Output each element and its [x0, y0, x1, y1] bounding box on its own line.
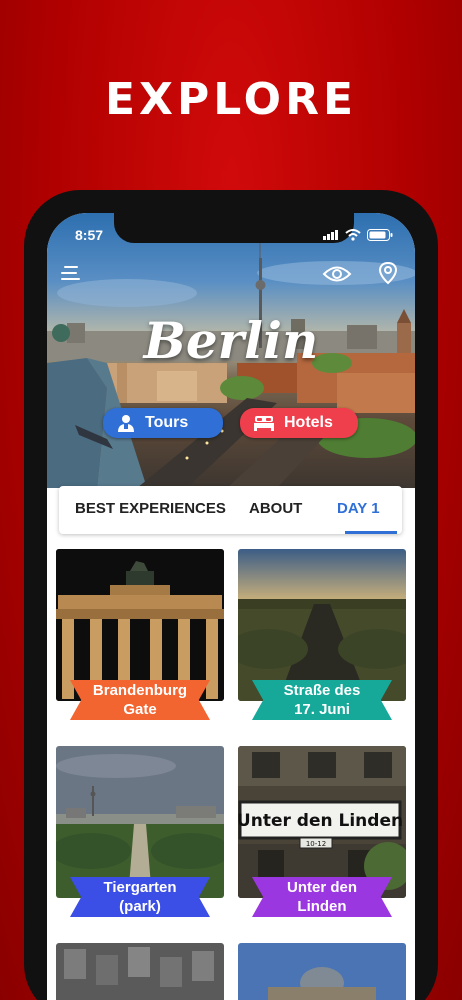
- hero-image: 8:57 Berlin Tours Hotels: [47, 213, 415, 488]
- status-time: 8:57: [75, 227, 104, 243]
- tiergarten-park-image: [56, 746, 224, 898]
- card-reichstag-partial[interactable]: [238, 943, 406, 1000]
- card-title-line: Tiergarten: [103, 879, 177, 896]
- card-title-line: Straße des: [283, 682, 361, 699]
- strasse-des-17-juni-image: [238, 549, 406, 701]
- card-title-line: Unter den: [286, 879, 357, 896]
- brandenburg-gate-image: [56, 549, 224, 701]
- city-logo: Berlin: [143, 311, 319, 370]
- card-tiergarten-park[interactable]: [56, 746, 224, 898]
- active-tab-indicator: [345, 531, 397, 534]
- card-title-ribbon: Straße des 17. Juni: [252, 680, 392, 720]
- card-title-line: (park): [119, 898, 161, 915]
- card-unter-den-linden[interactable]: Unter den Linden 10-12: [238, 746, 406, 898]
- card-title-line: Linden: [297, 898, 347, 915]
- card-title-line: Brandenburg: [92, 682, 188, 699]
- wifi-icon: [345, 229, 361, 241]
- tour-guide-icon: [118, 415, 134, 432]
- tab-bar: BEST EXPERIENCES ABOUT DAY 1: [59, 486, 402, 534]
- app-screen: 8:57 Berlin Tours Hotels BEST EXPERIENCE…: [47, 213, 415, 1000]
- promo-title: EXPLORE: [104, 74, 358, 125]
- card-title-ribbon: Unter den Linden: [252, 877, 392, 917]
- card-title-ribbon: Brandenburg Gate: [70, 680, 210, 720]
- hotels-button[interactable]: Hotels: [240, 408, 358, 438]
- card-title-line: 17. Juni: [294, 701, 350, 718]
- location-pin-icon[interactable]: [378, 261, 398, 285]
- eye-icon[interactable]: [322, 265, 352, 283]
- tab-day-1[interactable]: DAY 1: [337, 500, 380, 517]
- card-strasse-des-17-juni[interactable]: [238, 549, 406, 701]
- tab-best-experiences[interactable]: BEST EXPERIENCES: [75, 500, 226, 517]
- tab-about[interactable]: ABOUT: [249, 500, 302, 517]
- reichstag-image: [238, 943, 406, 1000]
- tours-button[interactable]: Tours: [103, 408, 223, 438]
- card-brandenburg-gate[interactable]: [56, 549, 224, 701]
- bed-icon: [254, 416, 274, 431]
- battery-icon: [367, 229, 393, 241]
- menu-icon[interactable]: [61, 263, 83, 283]
- card-title-line: Gate: [123, 701, 157, 718]
- street-sign-number: 10-12: [306, 840, 326, 848]
- card-memorial-partial[interactable]: [56, 943, 224, 1000]
- hotels-label: Hotels: [284, 414, 333, 431]
- unter-den-linden-image: Unter den Linden 10-12: [238, 746, 406, 898]
- memorial-image: [56, 943, 224, 1000]
- card-title-ribbon: Tiergarten (park): [70, 877, 210, 917]
- tours-label: Tours: [145, 414, 189, 431]
- cellular-signal-icon: [323, 230, 338, 240]
- street-sign-text: Unter den Linden: [238, 811, 403, 831]
